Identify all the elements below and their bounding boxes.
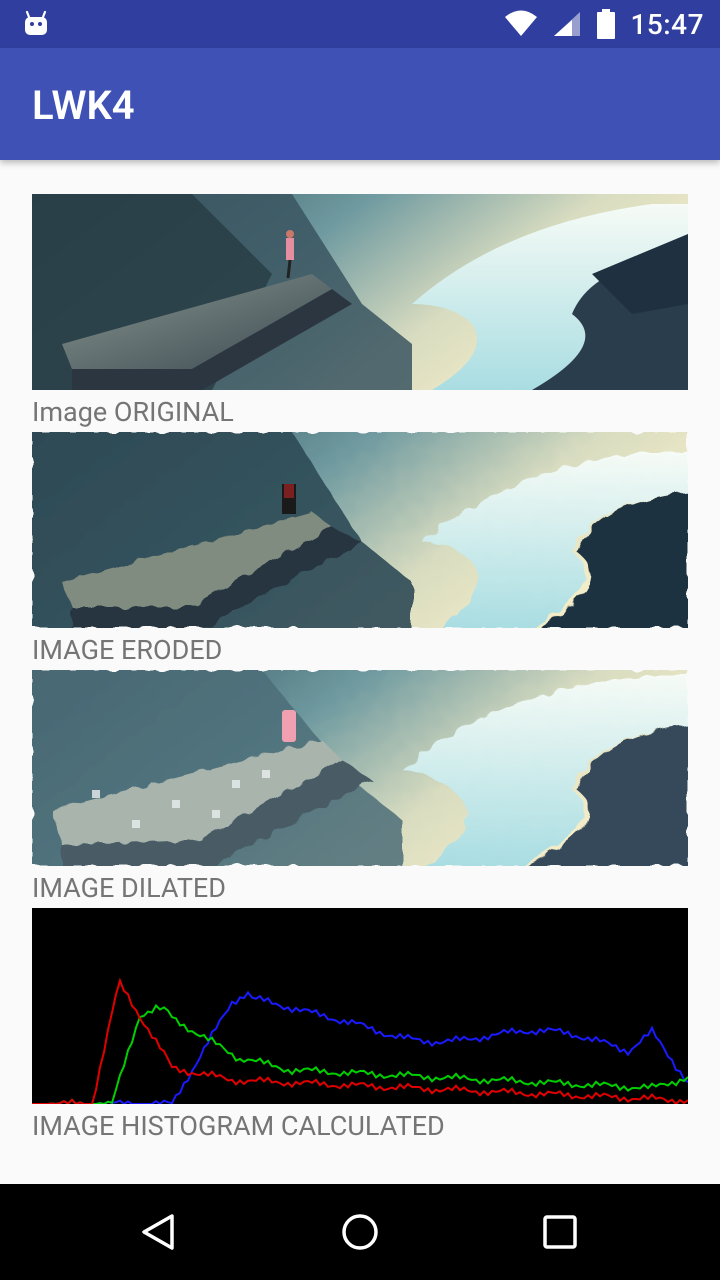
status-time: 15:47 bbox=[630, 7, 704, 41]
android-icon bbox=[25, 10, 47, 35]
image-dilated bbox=[32, 670, 688, 866]
image-histogram bbox=[32, 908, 688, 1104]
battery-icon bbox=[597, 9, 616, 39]
caption-original: Image ORIGINAL bbox=[32, 396, 234, 428]
image-eroded bbox=[32, 432, 688, 628]
image-original bbox=[32, 194, 688, 390]
recents-icon[interactable] bbox=[536, 1208, 584, 1256]
home-icon[interactable] bbox=[336, 1208, 384, 1256]
wifi-icon bbox=[505, 10, 538, 36]
caption-eroded: IMAGE ERODED bbox=[32, 634, 223, 666]
caption-histogram: IMAGE HISTOGRAM CALCULATED bbox=[32, 1110, 445, 1142]
app-title: LWK4 bbox=[32, 82, 135, 129]
caption-dilated: IMAGE DILATED bbox=[32, 872, 226, 904]
histogram-blue-line bbox=[32, 990, 688, 1104]
back-icon[interactable] bbox=[136, 1208, 184, 1256]
status-bar: 15:47 bbox=[0, 0, 720, 48]
app-bar: LWK4 bbox=[0, 48, 720, 160]
navigation-bar bbox=[0, 1184, 720, 1280]
signal-icon bbox=[554, 12, 581, 36]
histogram-green-line bbox=[32, 1003, 688, 1104]
